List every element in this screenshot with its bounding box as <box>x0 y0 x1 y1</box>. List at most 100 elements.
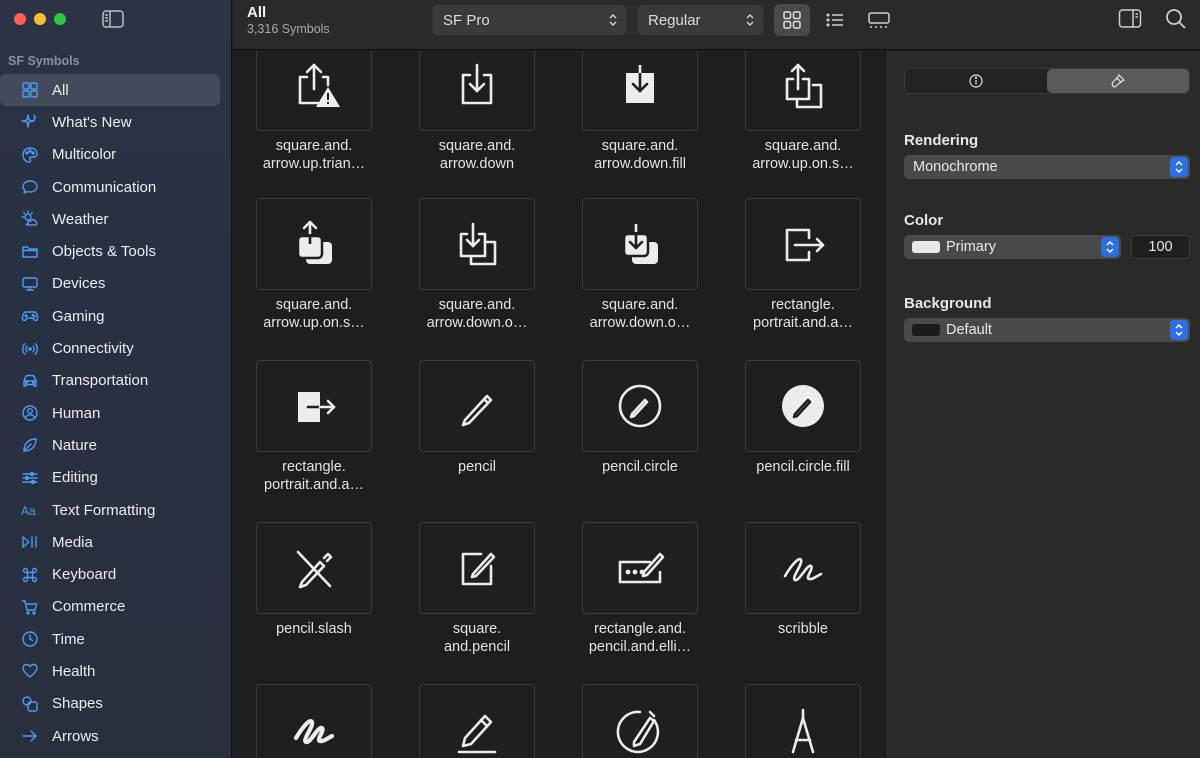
symbol-tile[interactable] <box>256 684 372 758</box>
color-label: Color <box>904 212 944 229</box>
symbol-tile[interactable] <box>582 51 698 131</box>
weight-popup-value: Regular <box>648 11 701 29</box>
symbol-tile[interactable] <box>745 51 861 131</box>
inspector-toggle-icon[interactable] <box>1118 8 1142 30</box>
sidebar-item-editing[interactable]: Editing <box>0 462 232 494</box>
sidebar-item-health[interactable]: Health <box>0 655 232 687</box>
sidebar-item-communication[interactable]: Communication <box>0 171 232 203</box>
symbol-count: 3,316 Symbols <box>247 22 330 36</box>
symbol-tile[interactable] <box>582 198 698 290</box>
sidebar-item-arrows[interactable]: Arrows <box>0 720 232 752</box>
symbol-tile[interactable] <box>419 51 535 131</box>
display-icon <box>20 274 40 294</box>
sidebar-item-connectivity[interactable]: Connectivity <box>0 332 232 364</box>
scribble-icon <box>783 557 823 582</box>
sidebar-item-objects-tools[interactable]: Objects & Tools <box>0 235 232 267</box>
pencil-circle-icon <box>618 384 662 428</box>
symbol-tile[interactable] <box>419 522 535 614</box>
sidebar-item-multicolor[interactable]: Multicolor <box>0 139 232 171</box>
symbol-cell[interactable]: pencil.slash <box>256 522 372 638</box>
symbol-cell[interactable]: square.and. arrow.up.trian… <box>256 51 372 173</box>
symbol-name-line: and.pencil <box>443 639 511 655</box>
sidebar-item-label: What's New <box>52 113 132 131</box>
rendering-popup[interactable]: Monochrome <box>904 155 1190 179</box>
font-popup[interactable]: SF Pro <box>432 4 627 36</box>
sidebar-item-media[interactable]: Media <box>0 526 232 558</box>
sidebar-item-shapes[interactable]: Shapes <box>0 688 232 720</box>
symbol-tile[interactable] <box>745 522 861 614</box>
sidebar-item-nature[interactable]: Nature <box>0 429 232 461</box>
pencil-tip-crop-circle-icon <box>616 710 660 754</box>
symbol-cell[interactable] <box>419 684 535 758</box>
symbol-cell[interactable]: scribble <box>745 522 861 638</box>
symbol-cell[interactable] <box>256 684 372 758</box>
symbol-name: pencil.slash <box>239 620 389 638</box>
sidebar-item-what-s-new[interactable]: What's New <box>0 106 232 138</box>
symbol-tile[interactable] <box>419 198 535 290</box>
tab-info[interactable] <box>905 69 1047 93</box>
zoom-window-button[interactable] <box>54 13 66 25</box>
weight-popup[interactable]: Regular <box>637 4 764 36</box>
symbol-cell[interactable]: rectangle.and. pencil.and.elli… <box>582 522 698 656</box>
symbol-cell[interactable]: square.and. arrow.down.fill <box>582 51 698 173</box>
rendering-value: Monochrome <box>913 159 998 175</box>
symbol-cell[interactable] <box>745 684 861 758</box>
opacity-field[interactable]: 100 <box>1131 235 1190 259</box>
gallery-view-button[interactable] <box>859 4 899 36</box>
sidebar-item-gaming[interactable]: Gaming <box>0 300 232 332</box>
inspector-tabs <box>904 68 1190 94</box>
symbol-name: pencil.circle <box>565 458 715 476</box>
symbol-tile[interactable] <box>256 522 372 614</box>
symbol-tile[interactable] <box>256 360 372 452</box>
sidebar-item-text-formatting[interactable]: Aa Text Formatting <box>0 494 232 526</box>
symbol-cell[interactable]: square.and. arrow.up.on.s… <box>745 51 861 173</box>
symbol-tile[interactable] <box>419 684 535 758</box>
symbol-name: square.and. arrow.down.o… <box>565 296 715 332</box>
sidebar-item-transportation[interactable]: Transportation <box>0 365 232 397</box>
symbol-cell[interactable]: pencil.circle.fill <box>745 360 861 476</box>
symbol-tile[interactable] <box>256 51 372 131</box>
sidebar-toggle-icon[interactable] <box>102 10 124 28</box>
symbol-tile[interactable] <box>256 198 372 290</box>
symbol-tile[interactable] <box>582 360 698 452</box>
sidebar-item-weather[interactable]: Weather <box>0 203 232 235</box>
sidebar-item-time[interactable]: Time <box>0 623 232 655</box>
toolbar: All 3,316 Symbols SF Pro Regular <box>233 0 1200 50</box>
symbol-tile[interactable] <box>745 360 861 452</box>
symbol-cell[interactable]: square.and. arrow.down.o… <box>419 198 535 332</box>
sidebar-item-devices[interactable]: Devices <box>0 268 232 300</box>
symbol-cell[interactable]: pencil <box>419 360 535 476</box>
list-view-button[interactable] <box>817 4 853 36</box>
background-popup[interactable]: Default <box>904 318 1190 342</box>
color-value: Primary <box>946 239 996 255</box>
sidebar-item-human[interactable]: Human <box>0 397 232 429</box>
symbol-cell[interactable]: square.and. arrow.up.on.s… <box>256 198 372 332</box>
symbol-name-line: square.and. <box>438 138 516 154</box>
symbol-cell[interactable]: square. and.pencil <box>419 522 535 656</box>
symbol-cell[interactable]: rectangle. portrait.and.a… <box>745 198 861 332</box>
symbol-cell[interactable]: square.and. arrow.down.o… <box>582 198 698 332</box>
tab-customize[interactable] <box>1047 69 1189 93</box>
grid-view-button[interactable] <box>774 4 810 36</box>
minimize-window-button[interactable] <box>34 13 46 25</box>
symbol-grid: square.and. arrow.up.trian… square.and. arr… <box>233 51 885 758</box>
symbol-tile[interactable] <box>582 522 698 614</box>
sidebar-item-label: Weather <box>52 210 109 228</box>
color-popup[interactable]: Primary <box>904 235 1121 259</box>
search-icon[interactable] <box>1164 8 1188 30</box>
symbol-cell[interactable]: pencil.circle <box>582 360 698 476</box>
symbol-name-line: rectangle.and. <box>594 621 686 637</box>
symbol-name: square.and. arrow.up.on.s… <box>728 137 878 173</box>
sidebar-item-keyboard[interactable]: Keyboard <box>0 558 232 590</box>
close-window-button[interactable] <box>14 13 26 25</box>
symbol-tile[interactable] <box>419 360 535 452</box>
sidebar: SF Symbols All What's New Multicolor Commun… <box>0 0 232 758</box>
symbol-cell[interactable]: rectangle. portrait.and.a… <box>256 360 372 494</box>
symbol-tile[interactable] <box>745 198 861 290</box>
symbol-cell[interactable] <box>582 684 698 758</box>
symbol-tile[interactable] <box>582 684 698 758</box>
sidebar-item-all[interactable]: All <box>0 74 220 107</box>
sidebar-item-commerce[interactable]: Commerce <box>0 591 232 623</box>
symbol-tile[interactable] <box>745 684 861 758</box>
symbol-cell[interactable]: square.and. arrow.down <box>419 51 535 173</box>
